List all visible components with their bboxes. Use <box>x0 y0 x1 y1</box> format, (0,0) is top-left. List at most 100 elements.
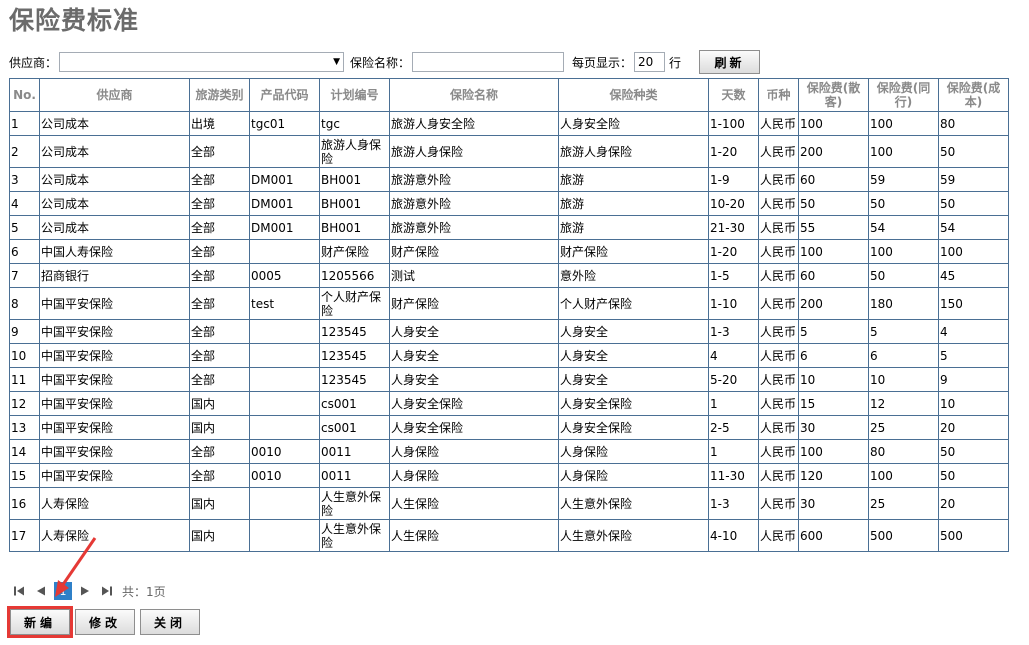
table-cell: 100 <box>938 239 1009 264</box>
table-row[interactable]: 6 中国人寿保险 全部 财产保险 财产保险 财产保险 1-20 人民币 100 100 100 <box>9 239 1009 264</box>
table-cell: 9 <box>938 367 1009 392</box>
close-button[interactable]: 关闭 <box>140 609 200 635</box>
table-row[interactable]: 3 公司成本 全部 DM001 BH001 旅游意外险 旅游 1-9 人民币 60 59 59 <box>9 167 1009 192</box>
current-page-button[interactable]: 1 <box>54 582 72 600</box>
table-row[interactable]: 14 中国平安保险 全部 0010 0011 人身保险 人身保险 1 人民币 100 80 50 <box>9 439 1009 464</box>
table-cell: test <box>249 287 320 320</box>
table-cell: DM001 <box>249 167 320 192</box>
dropdown-arrow-icon: ▼ <box>333 57 341 67</box>
table-cell: 人民币 <box>758 135 799 168</box>
column-header: 天数 <box>708 78 759 112</box>
insurance-name-input[interactable] <box>412 52 565 72</box>
table-cell: 50 <box>938 135 1009 168</box>
table-cell: 10 <box>938 391 1009 416</box>
table-cell: 5 <box>798 319 869 344</box>
table-cell: BH001 <box>319 167 390 192</box>
table-cell: 全部 <box>189 239 250 264</box>
table-cell: 4-10 <box>708 519 759 552</box>
table-cell <box>249 135 320 168</box>
table-cell: 人民币 <box>758 367 799 392</box>
table-cell: 4 <box>9 191 40 216</box>
table-cell: 1 <box>9 111 40 136</box>
table-cell: 中国平安保险 <box>39 391 190 416</box>
pager: 1 共：1页 <box>10 582 166 600</box>
per-page-input[interactable] <box>634 52 666 72</box>
table-cell: 人民币 <box>758 263 799 288</box>
table-cell: 100 <box>798 239 869 264</box>
table-row[interactable]: 5 公司成本 全部 DM001 BH001 旅游意外险 旅游 21-30 人民币 55 54 54 <box>9 215 1009 240</box>
table-cell: 0010 <box>249 439 320 464</box>
table-cell: 50 <box>938 463 1009 488</box>
table-row[interactable]: 15 中国平安保险 全部 0010 0011 人身保险 人身保险 11-30 人民币 120 100… <box>9 463 1009 488</box>
last-page-button[interactable] <box>98 582 116 600</box>
table-cell: 公司成本 <box>39 167 190 192</box>
table-cell: 1-100 <box>708 111 759 136</box>
table-cell: 国内 <box>189 415 250 440</box>
edit-button[interactable]: 修改 <box>75 609 135 635</box>
table-cell: 测试 <box>389 263 559 288</box>
table-row[interactable]: 13 中国平安保险 国内 cs001 人身安全保险 人身安全保险 2-5 人民币 30 25 20 <box>9 415 1009 440</box>
table-cell: 人身安全 <box>558 319 709 344</box>
table-cell: cs001 <box>319 415 390 440</box>
prev-page-button[interactable] <box>32 582 50 600</box>
table-cell: 全部 <box>189 343 250 368</box>
table-cell: 人民币 <box>758 191 799 216</box>
table-row[interactable]: 4 公司成本 全部 DM001 BH001 旅游意外险 旅游 10-20 人民币 50 50 50 <box>9 191 1009 216</box>
table-cell: 50 <box>868 263 939 288</box>
table-cell: 人生意外保险 <box>558 519 709 552</box>
table-cell: 人身安全保险 <box>389 391 559 416</box>
table-body: 1 公司成本 出境 tgc01 tgc 旅游人身安全险 人身安全险 1-100 人民币 100 10… <box>9 111 1009 552</box>
table-row[interactable]: 10 中国平安保险 全部 123545 人身安全 人身安全 4 人民币 6 6 5 <box>9 343 1009 368</box>
table-cell: 人身保险 <box>389 463 559 488</box>
refresh-button[interactable]: 刷新 <box>699 50 761 74</box>
table-cell: BH001 <box>319 215 390 240</box>
table-cell: 全部 <box>189 463 250 488</box>
table-cell: 公司成本 <box>39 191 190 216</box>
table-cell: 人生意外保险 <box>319 487 390 520</box>
table-cell: 600 <box>798 519 869 552</box>
table-cell: 1-3 <box>708 487 759 520</box>
column-header: 产品代码 <box>249 78 320 112</box>
table-cell: 0011 <box>319 439 390 464</box>
column-header: 保险种类 <box>558 78 709 112</box>
table-cell: 公司成本 <box>39 215 190 240</box>
prev-page-icon <box>37 586 45 596</box>
table-row[interactable]: 11 中国平安保险 全部 123545 人身安全 人身安全 5-20 人民币 10 10 9 <box>9 367 1009 392</box>
table-cell: 人民币 <box>758 519 799 552</box>
table-row[interactable]: 8 中国平安保险 全部 test 个人财产保险 财产保险 个人财产保险 1-10 人民币 200 1… <box>9 287 1009 320</box>
table-cell: DM001 <box>249 191 320 216</box>
table-row[interactable]: 2 公司成本 全部 旅游人身保险 旅游人身保险 旅游人身保险 1-20 人民币 200 100 50 <box>9 135 1009 168</box>
table-row[interactable]: 16 人寿保险 国内 人生意外保险 人生保险 人生意外保险 1-3 人民币 30 25 20 <box>9 487 1009 520</box>
table-cell: 50 <box>798 191 869 216</box>
table-row[interactable]: 9 中国平安保险 全部 123545 人身安全 人身安全 1-3 人民币 5 5 4 <box>9 319 1009 344</box>
table-row[interactable]: 12 中国平安保险 国内 cs001 人身安全保险 人身安全保险 1 人民币 15 12 10 <box>9 391 1009 416</box>
table-cell: 5 <box>938 343 1009 368</box>
table-cell: 人生意外保险 <box>319 519 390 552</box>
table-row[interactable]: 1 公司成本 出境 tgc01 tgc 旅游人身安全险 人身安全险 1-100 人民币 100 10… <box>9 111 1009 136</box>
per-page-label: 每页显示： <box>572 55 633 70</box>
table-row[interactable]: 7 招商银行 全部 0005 1205566 测试 意外险 1-5 人民币 60 50 45 <box>9 263 1009 288</box>
table-cell: 500 <box>938 519 1009 552</box>
table-cell: 8 <box>9 287 40 320</box>
table-cell: 1 <box>708 439 759 464</box>
table-cell: 人民币 <box>758 439 799 464</box>
table-cell: 人民币 <box>758 343 799 368</box>
table-cell: 0011 <box>319 463 390 488</box>
table-cell: 人生意外保险 <box>558 487 709 520</box>
table-cell: 3 <box>9 167 40 192</box>
table-cell: 200 <box>798 287 869 320</box>
new-button[interactable]: 新编 <box>7 606 73 638</box>
next-page-button[interactable] <box>76 582 94 600</box>
table-cell: 人生保险 <box>389 487 559 520</box>
table-cell: 1-20 <box>708 239 759 264</box>
table-cell: 54 <box>868 215 939 240</box>
column-header: 保险费(散客) <box>798 78 869 112</box>
table-cell: 11-30 <box>708 463 759 488</box>
first-page-button[interactable] <box>10 582 28 600</box>
table-cell: 人民币 <box>758 487 799 520</box>
supplier-select[interactable]: ▼ <box>59 52 345 72</box>
table-cell: 全部 <box>189 263 250 288</box>
table-cell: 人民币 <box>758 415 799 440</box>
table-cell: 10-20 <box>708 191 759 216</box>
table-row[interactable]: 17 人寿保险 国内 人生意外保险 人生保险 人生意外保险 4-10 人民币 600 500 500 <box>9 519 1009 552</box>
